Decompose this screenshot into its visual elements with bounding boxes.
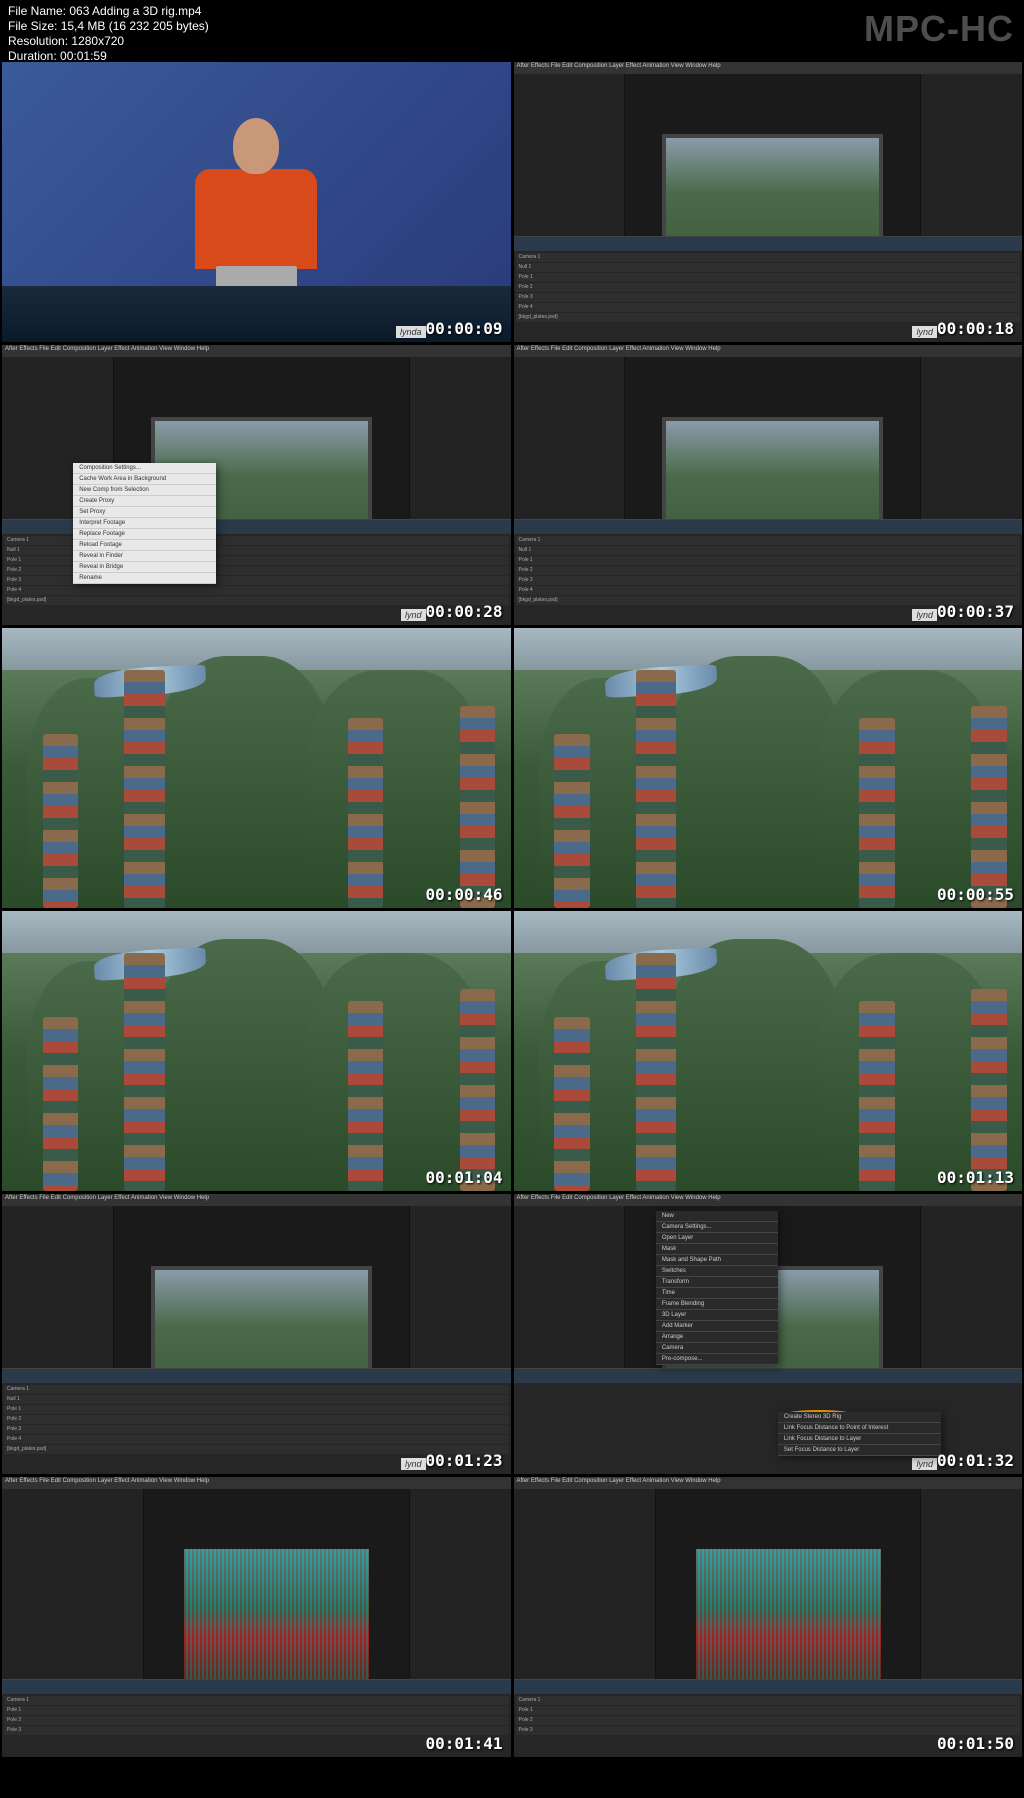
menu-item[interactable]: Composition Settings... [73, 463, 215, 474]
menu-item[interactable]: Transform [656, 1277, 778, 1288]
menu-item[interactable]: Reveal in Finder [73, 551, 215, 562]
menu-item[interactable]: Replace Footage [73, 529, 215, 540]
thumbnail[interactable]: After Effects File Edit Composition Laye… [514, 62, 1023, 342]
menu-item[interactable]: Link Focus Distance to Point of Interest [778, 1423, 941, 1434]
layer-row: Pole 4 [516, 303, 1021, 312]
menu-item[interactable]: New Comp from Selection [73, 485, 215, 496]
timestamp: 00:00:09 [425, 319, 502, 338]
thumbnail-grid: lynda 00:00:09 After Effects File Edit C… [0, 60, 1024, 1759]
menu-item[interactable]: Reload Footage [73, 540, 215, 551]
context-menu[interactable]: Composition Settings... Cache Work Area … [73, 463, 215, 584]
menu-item[interactable]: Reveal in Bridge [73, 562, 215, 573]
layer-row: Pole 1 [516, 273, 1021, 282]
thumbnail[interactable]: After Effects File Edit Composition Laye… [514, 1194, 1023, 1474]
ae-menubar: After Effects File Edit Composition Laye… [514, 62, 1023, 74]
totem-pole [348, 718, 384, 908]
timestamp: 00:01:04 [425, 1168, 502, 1187]
stereo-preview [696, 1549, 881, 1696]
filesize-value: 15,4 MB (16 232 205 bytes) [61, 19, 209, 33]
menu-item[interactable]: Pre-compose... [656, 1354, 778, 1365]
menu-item[interactable]: Interpret Footage [73, 518, 215, 529]
timestamp: 00:01:13 [937, 1168, 1014, 1187]
menu-item[interactable]: Set Proxy [73, 507, 215, 518]
lynda-badge: lynd [912, 1458, 937, 1470]
menu-item[interactable]: Open Layer [656, 1233, 778, 1244]
lynda-badge: lynd [912, 326, 937, 338]
timestamp: 00:00:37 [937, 602, 1014, 621]
filename-label: File Name: [8, 4, 66, 18]
layer-row: Pole 3 [516, 293, 1021, 302]
layer-row: Null 1 [516, 263, 1021, 272]
watermark-text: MPC-HC [864, 8, 1014, 50]
timestamp: 00:00:28 [425, 602, 502, 621]
totem-pole [124, 670, 165, 908]
timestamp: 00:01:50 [937, 1734, 1014, 1753]
thumbnail[interactable]: 00:01:13 [514, 911, 1023, 1191]
menu-item[interactable]: Frame Blending [656, 1299, 778, 1310]
timestamp: 00:00:18 [937, 319, 1014, 338]
lynda-badge: lynda [396, 326, 426, 338]
thumbnail[interactable]: 00:00:55 [514, 628, 1023, 908]
menu-item[interactable]: Set Focus Distance to Layer [778, 1445, 941, 1456]
thumbnail[interactable]: After Effects File Edit Composition Laye… [2, 1477, 511, 1757]
menu-item[interactable]: Create Proxy [73, 496, 215, 507]
menu-item[interactable]: Mask [656, 1244, 778, 1255]
menu-item[interactable]: Link Focus Distance to Layer [778, 1434, 941, 1445]
filesize-label: File Size: [8, 19, 57, 33]
lynda-badge: lynd [401, 1458, 426, 1470]
resolution-label: Resolution: [8, 34, 68, 48]
lynda-badge: lynd [401, 609, 426, 621]
layer-menu[interactable]: New Camera Settings... Open Layer Mask M… [656, 1211, 778, 1365]
totem-pole [460, 706, 496, 908]
file-info-header: File Name: 063 Adding a 3D rig.mp4 File … [0, 0, 1024, 60]
thumbnail[interactable]: 00:00:46 [2, 628, 511, 908]
resolution-value: 1280x720 [71, 34, 124, 48]
timestamp: 00:01:32 [937, 1451, 1014, 1470]
menu-item[interactable]: Camera Settings... [656, 1222, 778, 1233]
timestamp: 00:01:41 [425, 1734, 502, 1753]
stereo-preview [184, 1549, 369, 1696]
totem-pole [43, 734, 79, 908]
layer-row: Pole 2 [516, 283, 1021, 292]
camera-submenu[interactable]: Create Stereo 3D Rig Link Focus Distance… [778, 1412, 941, 1456]
menu-item[interactable]: Create Stereo 3D Rig [778, 1412, 941, 1423]
menu-item[interactable]: Camera [656, 1343, 778, 1354]
layer-row: Camera 1 [516, 253, 1021, 262]
menu-item[interactable]: Add Marker [656, 1321, 778, 1332]
filename-value: 063 Adding a 3D rig.mp4 [69, 4, 201, 18]
ae-menubar: After Effects File Edit Composition Laye… [2, 345, 511, 357]
menu-item[interactable]: Time [656, 1288, 778, 1299]
thumbnail[interactable]: After Effects File Edit Composition Laye… [514, 345, 1023, 625]
timestamp: 00:00:46 [425, 885, 502, 904]
thumbnail[interactable]: After Effects File Edit Composition Laye… [2, 345, 511, 625]
duration-label: Duration: [8, 49, 57, 63]
menu-item[interactable]: Mask and Shape Path [656, 1255, 778, 1266]
thumbnail[interactable]: After Effects File Edit Composition Laye… [514, 1477, 1023, 1757]
thumbnail[interactable]: lynda 00:00:09 [2, 62, 511, 342]
duration-value: 00:01:59 [60, 49, 107, 63]
timestamp: 00:00:55 [937, 885, 1014, 904]
thumbnail[interactable]: 00:01:04 [2, 911, 511, 1191]
menu-item[interactable]: New [656, 1211, 778, 1222]
timestamp: 00:01:23 [425, 1451, 502, 1470]
lynda-badge: lynd [912, 609, 937, 621]
menu-item[interactable]: 3D Layer [656, 1310, 778, 1321]
menu-item[interactable]: Cache Work Area in Background [73, 474, 215, 485]
menu-item[interactable]: Arrange [656, 1332, 778, 1343]
menu-item[interactable]: Rename [73, 573, 215, 584]
menu-item[interactable]: Switches [656, 1266, 778, 1277]
thumbnail[interactable]: After Effects File Edit Composition Laye… [2, 1194, 511, 1474]
